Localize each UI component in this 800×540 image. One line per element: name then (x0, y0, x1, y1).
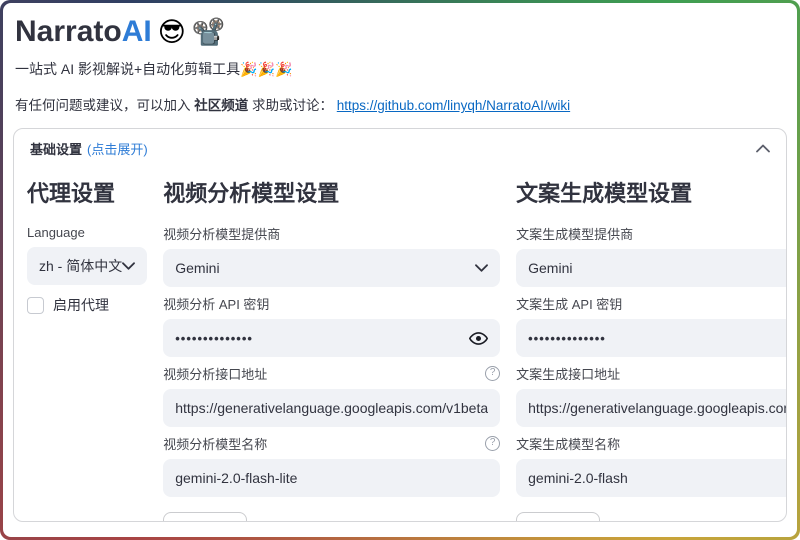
page-title: NarratoAI (15, 15, 152, 49)
community-prefix: 有任何问题或建议，可以加入 (15, 98, 195, 113)
proxy-settings-heading: 代理设置 (27, 181, 116, 206)
video-endpoint-label-text: 视频分析接口地址 (163, 367, 268, 382)
video-endpoint-value: https://generativelanguage.googleapis.co… (175, 400, 489, 416)
text-gen-model-name-label-text: 文案生成模型名称 (516, 437, 621, 452)
settings-columns: 代理设置 Language zh - 简体中文 启用代理 视频分析模型设置 视频… (14, 166, 786, 521)
chevron-down-icon (122, 262, 136, 270)
video-provider-value: Gemini (175, 260, 220, 276)
community-line: 有任何问题或建议，可以加入 社区频道 求助或讨论： https://github… (15, 94, 787, 114)
help-icon[interactable]: ? (485, 436, 501, 451)
video-model-name-label-text: 视频分析模型名称 (163, 437, 268, 452)
video-endpoint-label: 视频分析接口地址 ? (163, 364, 501, 383)
text-gen-model-name-label: 文案生成模型名称 ? (516, 434, 786, 453)
chevron-up-icon[interactable] (756, 144, 770, 153)
text-gen-model-heading: 文案生成模型设置 (516, 181, 693, 206)
video-model-heading: 视频分析模型设置 (163, 181, 340, 206)
text-gen-endpoint-label-text: 文案生成接口地址 (516, 367, 621, 382)
film-projector-emoji-icon: 📽️ (191, 16, 226, 47)
text-gen-endpoint-input[interactable]: https://generativelanguage.googleapis.co… (516, 389, 786, 427)
chevron-down-icon (475, 264, 489, 272)
text-gen-provider-label-text: 文案生成模型提供商 (516, 227, 634, 242)
text-gen-api-key-masked-value: •••••••••••••• (528, 330, 606, 346)
enable-proxy-label: 启用代理 (53, 297, 109, 313)
video-model-name-label: 视频分析模型名称 ? (163, 434, 501, 453)
expander-title: 基础设置 (30, 142, 83, 157)
text-gen-model-column: 文案生成模型设置 文案生成模型提供商 Gemini 文案生成 API 密钥 ••… (516, 170, 786, 521)
text-gen-endpoint-label: 文案生成接口地址 ? (516, 364, 786, 383)
text-gen-api-key-label-text: 文案生成 API 密钥 (516, 297, 623, 312)
language-label: Language (27, 224, 147, 241)
expander-hint: (点击展开) (87, 142, 148, 157)
app-header: NarratoAI 😎 📽️ (15, 15, 787, 49)
checkbox-box-icon[interactable] (27, 296, 44, 314)
video-provider-label: 视频分析模型提供商 (163, 224, 500, 243)
eye-icon[interactable] (469, 331, 489, 345)
text-gen-provider-label: 文案生成模型提供商 (516, 224, 786, 243)
title-accent-part: AI (121, 15, 152, 48)
video-test-connection-button[interactable]: 测试连接 (163, 512, 248, 521)
community-suffix: 求助或讨论： (248, 98, 337, 113)
video-model-column: 视频分析模型设置 视频分析模型提供商 Gemini 视频分析 API 密钥 ••… (163, 170, 501, 521)
video-model-name-value: gemini-2.0-flash-lite (175, 470, 298, 486)
text-gen-provider-value: Gemini (528, 260, 573, 276)
text-gen-test-connection-button[interactable]: 测试连接 (516, 512, 601, 521)
wiki-link[interactable]: https://github.com/linyqh/NarratoAI/wiki (337, 98, 570, 113)
gradient-frame: NarratoAI 😎 📽️ 一站式 AI 影视解说+自动化剪辑工具🎉🎉🎉 有任… (0, 0, 800, 540)
expander-header[interactable]: 基础设置 (点击展开) (14, 129, 786, 166)
basic-settings-expander: 基础设置 (点击展开) 代理设置 Language zh - 简体中文 启用代理… (13, 128, 787, 522)
video-endpoint-input[interactable]: https://generativelanguage.googleapis.co… (163, 389, 501, 427)
language-label-text: Language (27, 225, 85, 240)
help-icon[interactable]: ? (485, 366, 501, 381)
title-dark-part: Narrato (15, 15, 122, 48)
sunglasses-emoji-icon: 😎 (157, 16, 186, 47)
video-api-key-masked-value: •••••••••••••• (175, 330, 253, 346)
app-subtitle: 一站式 AI 影视解说+自动化剪辑工具🎉🎉🎉 (15, 61, 293, 77)
video-provider-select[interactable]: Gemini (163, 249, 501, 287)
video-api-key-label: 视频分析 API 密钥 (163, 294, 500, 313)
language-select[interactable]: zh - 简体中文 (27, 247, 148, 285)
video-api-key-input[interactable]: •••••••••••••• (163, 319, 501, 357)
text-gen-model-name-input[interactable]: gemini-2.0-flash (516, 459, 786, 497)
text-gen-provider-select[interactable]: Gemini (516, 249, 786, 287)
language-selected-value: zh - 简体中文 (39, 258, 123, 274)
text-gen-model-name-value: gemini-2.0-flash (528, 470, 628, 486)
proxy-settings-column: 代理设置 Language zh - 简体中文 启用代理 (27, 170, 148, 521)
text-gen-api-key-label: 文案生成 API 密钥 (516, 294, 786, 313)
video-model-name-input[interactable]: gemini-2.0-flash-lite (163, 459, 501, 497)
app-window: NarratoAI 😎 📽️ 一站式 AI 影视解说+自动化剪辑工具🎉🎉🎉 有任… (3, 3, 797, 537)
community-channel-label: 社区频道 (194, 98, 249, 113)
video-provider-label-text: 视频分析模型提供商 (163, 227, 281, 242)
enable-proxy-checkbox[interactable]: 启用代理 (27, 295, 147, 315)
text-gen-endpoint-value: https://generativelanguage.googleapis.co… (528, 400, 786, 416)
text-gen-api-key-input[interactable]: •••••••••••••• (516, 319, 786, 357)
video-api-key-label-text: 视频分析 API 密钥 (163, 297, 270, 312)
